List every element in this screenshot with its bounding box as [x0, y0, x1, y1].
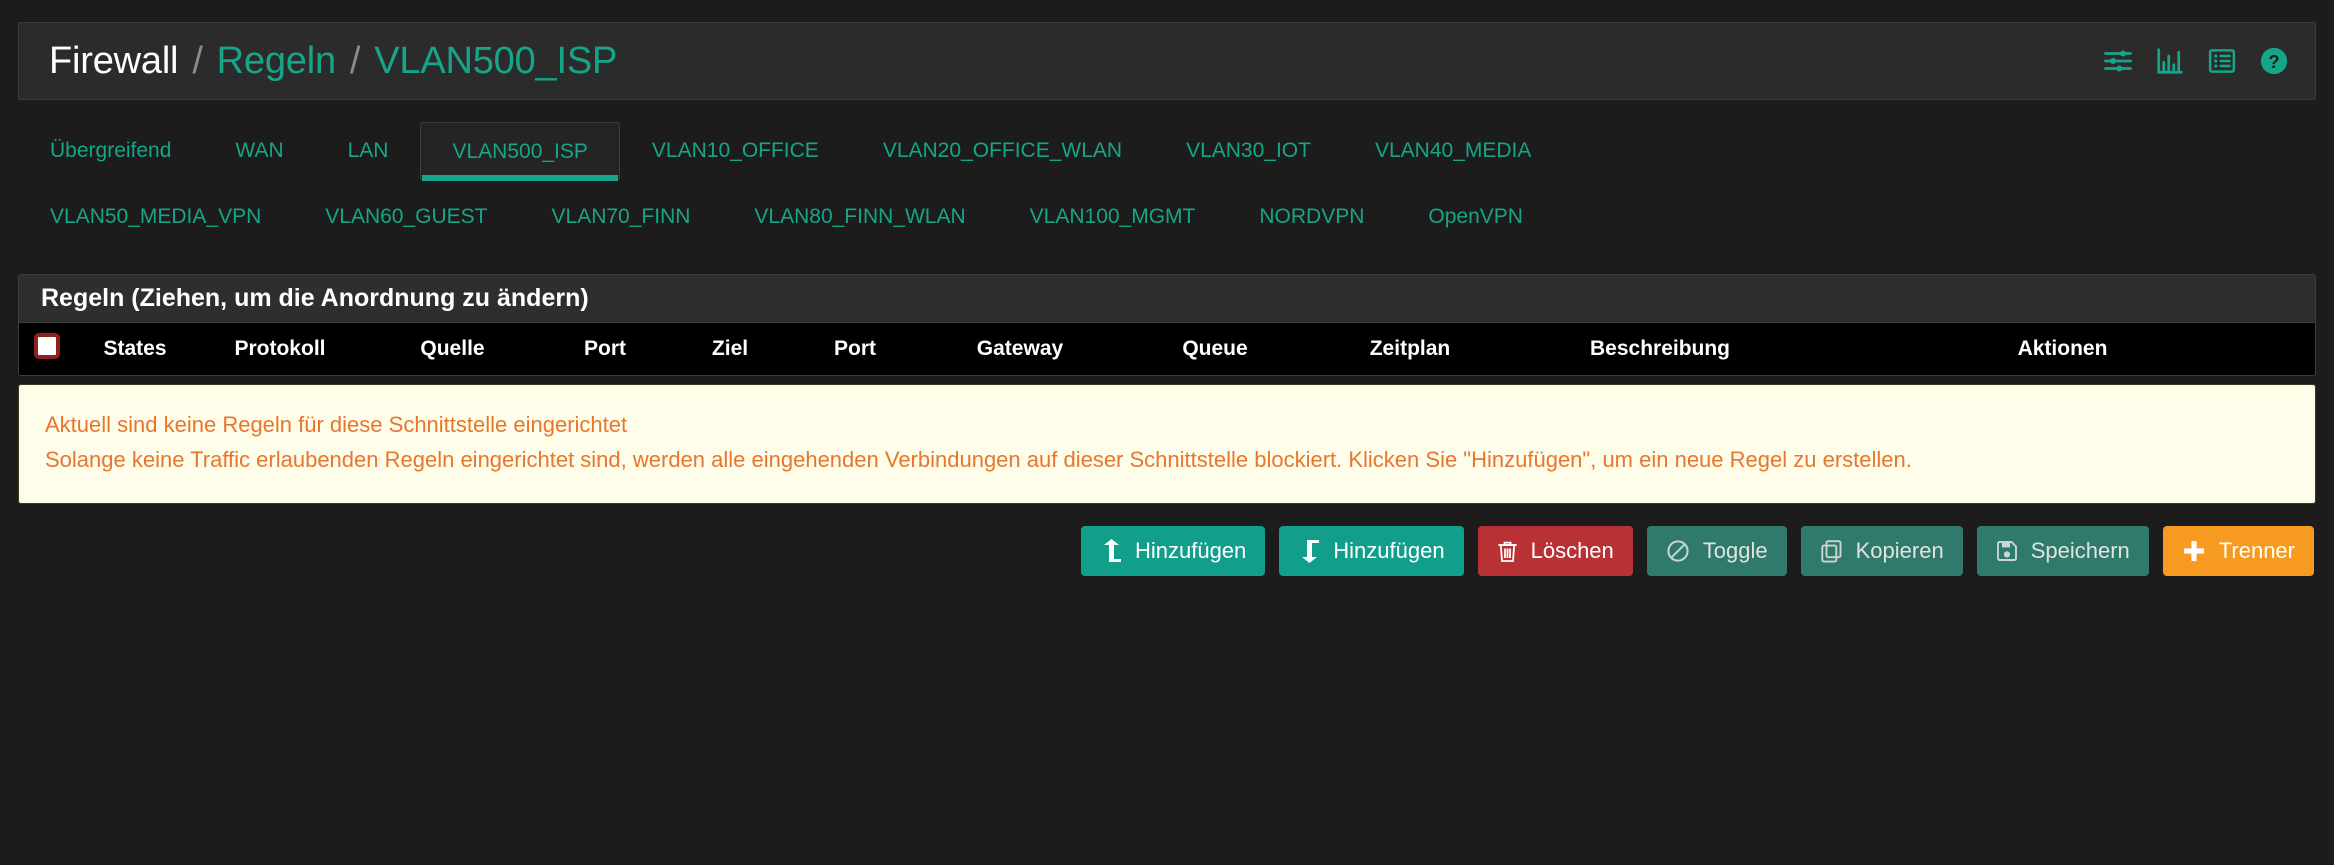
tab-wan[interactable]: WAN	[203, 122, 315, 180]
column-header-source-port[interactable]: Port	[540, 323, 670, 375]
rules-panel-header: Regeln (Ziehen, um die Anordnung zu ände…	[19, 275, 2315, 323]
tab-label: VLAN60_GUEST	[325, 205, 488, 228]
ban-icon	[1666, 539, 1690, 563]
tab-label: VLAN500_ISP	[452, 139, 588, 163]
column-header-gateway[interactable]: Gateway	[920, 323, 1120, 375]
trash-icon	[1497, 540, 1518, 563]
rules-action-bar: Hinzufügen Hinzufügen Löschen Toggle Kop…	[18, 526, 2316, 577]
delete-button[interactable]: Löschen	[1477, 526, 1633, 577]
rules-table-header-row: States Protokoll Quelle Port Ziel Port G…	[19, 323, 2315, 375]
svg-text:?: ?	[2268, 52, 2279, 72]
button-label: Löschen	[1530, 538, 1614, 564]
tab-vlan40-media[interactable]: VLAN40_MEDIA	[1343, 122, 1563, 180]
tab-label: VLAN20_OFFICE_WLAN	[882, 139, 1123, 162]
tab-label: OpenVPN	[1428, 205, 1523, 228]
rules-table: States Protokoll Quelle Port Ziel Port G…	[19, 323, 2315, 375]
arrow-up-icon	[1100, 539, 1122, 563]
copy-icon	[1820, 539, 1843, 564]
tab-lan[interactable]: LAN	[316, 122, 421, 180]
column-header-aktionen: Aktionen	[1810, 323, 2315, 375]
no-rules-alert: Aktuell sind keine Regeln für diese Schn…	[18, 384, 2316, 505]
column-header-dest-port[interactable]: Port	[790, 323, 920, 375]
tab-label: LAN	[347, 139, 389, 162]
column-header-beschreibung[interactable]: Beschreibung	[1510, 323, 1810, 375]
tab-vlan10-office[interactable]: VLAN10_OFFICE	[620, 122, 851, 180]
help-icon[interactable]: ?	[2259, 46, 2289, 76]
breadcrumb-link-regeln[interactable]: Regeln	[217, 40, 336, 83]
column-header-zeitplan[interactable]: Zeitplan	[1310, 323, 1510, 375]
tab-vlan80-finn-wlan[interactable]: VLAN80_FINN_WLAN	[722, 188, 997, 246]
bar-chart-icon[interactable]	[2155, 46, 2185, 76]
select-all-cell	[19, 323, 75, 375]
breadcrumb-current: VLAN500_ISP	[374, 39, 618, 82]
list-icon[interactable]	[2207, 46, 2237, 76]
button-label: Trenner	[2218, 538, 2295, 564]
tab-label: VLAN10_OFFICE	[651, 139, 819, 162]
header-icon-group: ?	[2103, 46, 2289, 76]
panel-title: Regeln (Ziehen, um die Anordnung zu ände…	[41, 284, 589, 312]
button-label: Kopieren	[1855, 538, 1944, 564]
tab-uebergreifend[interactable]: Übergreifend	[18, 122, 203, 180]
add-separator-button[interactable]: Trenner	[2162, 526, 2314, 577]
tab-vlan60-guest[interactable]: VLAN60_GUEST	[293, 188, 519, 246]
tab-label: VLAN30_IOT	[1186, 139, 1311, 162]
save-icon	[1996, 540, 2018, 562]
plus-icon	[2182, 539, 2206, 563]
select-all-checkbox[interactable]	[34, 333, 60, 359]
tab-vlan20-office-wlan[interactable]: VLAN20_OFFICE_WLAN	[851, 122, 1154, 180]
column-header-queue[interactable]: Queue	[1120, 323, 1310, 375]
firewall-rules-page: Firewall / Regeln / VLAN500_ISP ? Übergr…	[0, 22, 2334, 865]
tab-vlan30-iot[interactable]: VLAN30_IOT	[1154, 122, 1343, 180]
add-rule-top-button[interactable]: Hinzufügen	[1080, 526, 1266, 577]
tab-vlan70-finn[interactable]: VLAN70_FINN	[520, 188, 723, 246]
tab-nordvpn[interactable]: NORDVPN	[1227, 188, 1396, 246]
column-header-states[interactable]: States	[75, 323, 195, 375]
tab-label: VLAN40_MEDIA	[1374, 139, 1532, 162]
toggle-button[interactable]: Toggle	[1646, 526, 1787, 577]
tab-row-2: VLAN50_MEDIA_VPN VLAN60_GUEST VLAN70_FIN…	[18, 188, 2316, 246]
sliders-icon[interactable]	[2103, 46, 2133, 76]
button-label: Hinzufügen	[1333, 538, 1445, 564]
rules-panel: Regeln (Ziehen, um die Anordnung zu ände…	[18, 274, 2316, 376]
add-rule-bottom-button[interactable]: Hinzufügen	[1279, 526, 1464, 577]
tab-label: VLAN100_MGMT	[1029, 205, 1196, 228]
tab-label: WAN	[235, 139, 284, 162]
tab-label: VLAN80_FINN_WLAN	[754, 205, 966, 228]
column-header-ziel[interactable]: Ziel	[670, 323, 790, 375]
tab-vlan100-mgmt[interactable]: VLAN100_MGMT	[998, 188, 1228, 246]
tab-label: VLAN50_MEDIA_VPN	[50, 205, 262, 228]
breadcrumb-separator-2: /	[349, 39, 361, 82]
button-label: Toggle	[1702, 538, 1768, 564]
tab-vlan500-isp[interactable]: VLAN500_ISP	[420, 122, 620, 181]
tab-openvpn[interactable]: OpenVPN	[1396, 188, 1555, 246]
copy-button[interactable]: Kopieren	[1800, 526, 1963, 577]
button-label: Speichern	[2030, 538, 2130, 564]
breadcrumb-root: Firewall	[49, 39, 179, 82]
interface-tabs: Übergreifend WAN LAN VLAN500_ISP VLAN10_…	[18, 122, 2316, 246]
arrow-down-icon	[1298, 539, 1320, 564]
page-header: Firewall / Regeln / VLAN500_ISP ?	[18, 22, 2316, 100]
tab-label: NORDVPN	[1259, 205, 1365, 228]
breadcrumb: Firewall / Regeln / VLAN500_ISP	[49, 40, 617, 83]
tab-label: Übergreifend	[50, 139, 172, 162]
tab-label: VLAN70_FINN	[551, 205, 691, 228]
save-button[interactable]: Speichern	[1976, 526, 2149, 577]
breadcrumb-separator-1: /	[192, 39, 203, 82]
column-header-quelle[interactable]: Quelle	[365, 323, 540, 375]
column-header-protokoll[interactable]: Protokoll	[195, 323, 365, 375]
tab-row-1: Übergreifend WAN LAN VLAN500_ISP VLAN10_…	[18, 122, 2316, 181]
alert-line-2: Solange keine Traffic erlaubenden Regeln…	[45, 447, 1912, 473]
button-label: Hinzufügen	[1134, 538, 1247, 564]
tab-vlan50-media-vpn[interactable]: VLAN50_MEDIA_VPN	[18, 188, 293, 246]
alert-line-1: Aktuell sind keine Regeln für diese Schn…	[45, 412, 628, 437]
